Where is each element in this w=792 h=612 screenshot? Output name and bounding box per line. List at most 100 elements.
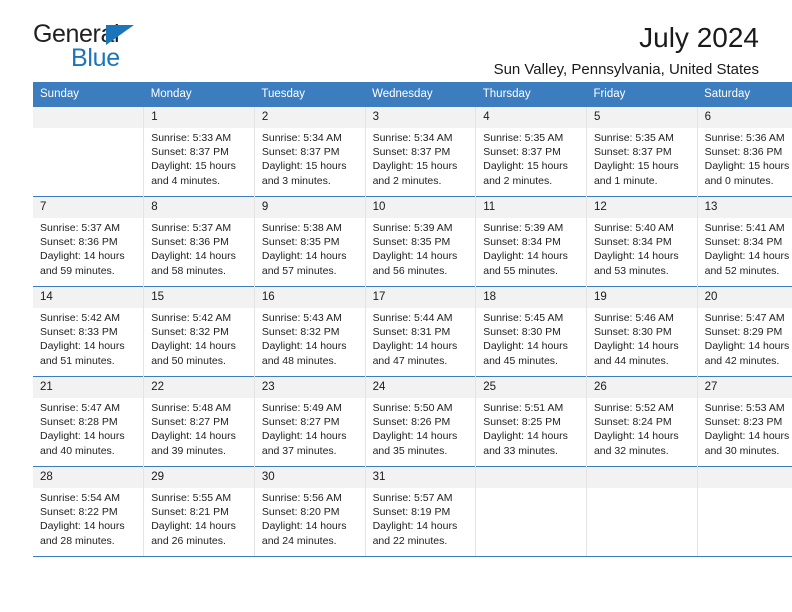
calendar-day-cell-empty [696,466,792,557]
calendar-day-cell[interactable]: 9 Sunrise: 5:38 AM Sunset: 8:35 PM Daylight… [253,196,366,287]
day-number: 30 [254,467,365,488]
sunset-time: Sunset: 8:32 PM [261,326,340,339]
calendar-day-cell[interactable]: 16 Sunrise: 5:43 AM Sunset: 8:32 PM Dayligh… [253,286,366,377]
sunset-time: Sunset: 8:34 PM [593,236,672,249]
day-cell-inner [697,467,792,556]
day-number: 5 [586,107,697,128]
day-cell-inner: 15 Sunrise: 5:42 AM Sunset: 8:32 PM Dayligh… [144,287,254,376]
daylight-duration-line2: and 45 minutes. [483,354,558,367]
day-details: Sunrise: 5:57 AM Sunset: 8:19 PM Daylight:… [366,488,476,548]
calendar-day-cell[interactable]: 5 Sunrise: 5:35 AM Sunset: 8:37 PM Daylight… [585,106,698,197]
daylight-duration-line1: Daylight: 14 hours [483,250,568,263]
day-details: Sunrise: 5:41 AM Sunset: 8:34 PM Daylight:… [698,218,792,278]
day-number: 25 [476,377,586,398]
calendar-day-cell[interactable]: 3 Sunrise: 5:34 AM Sunset: 8:37 PM Daylight… [364,106,476,197]
calendar-day-cell[interactable]: 18 Sunrise: 5:45 AM Sunset: 8:30 PM Dayligh… [475,286,587,377]
calendar-day-cell[interactable]: 10 Sunrise: 5:39 AM Sunset: 8:35 PM Dayligh… [364,196,476,287]
sunset-time: Sunset: 8:27 PM [261,416,340,429]
calendar-day-cell[interactable]: 14 Sunrise: 5:42 AM Sunset: 8:33 PM Dayligh… [33,286,144,377]
page-title: July 2024 [639,22,759,53]
day-cell-inner: 8 Sunrise: 5:37 AM Sunset: 8:36 PM Daylight… [144,197,254,286]
calendar-day-cell[interactable]: 20 Sunrise: 5:47 AM Sunset: 8:29 PM Dayligh… [696,286,792,377]
daylight-duration-line1: Daylight: 14 hours [483,340,568,353]
calendar-day-cell[interactable]: 7 Sunrise: 5:37 AM Sunset: 8:36 PM Daylight… [33,196,144,287]
day-number: 29 [144,467,254,488]
calendar-day-cell[interactable]: 1 Sunrise: 5:33 AM Sunset: 8:37 PM Daylight… [143,106,255,197]
calendar-day-cell[interactable]: 4 Sunrise: 5:35 AM Sunset: 8:37 PM Daylight… [475,106,587,197]
calendar-day-cell[interactable]: 21 Sunrise: 5:47 AM Sunset: 8:28 PM Dayligh… [33,376,144,467]
day-cell-inner: 28 Sunrise: 5:54 AM Sunset: 8:22 PM Dayligh… [33,467,144,556]
calendar-week-row: 21 Sunrise: 5:47 AM Sunset: 8:28 PM Dayligh… [33,376,792,467]
calendar-day-cell[interactable]: 29 Sunrise: 5:55 AM Sunset: 8:21 PM Dayligh… [143,466,255,557]
calendar-day-cell[interactable]: 26 Sunrise: 5:52 AM Sunset: 8:24 PM Dayligh… [585,376,698,467]
calendar-day-cell[interactable]: 25 Sunrise: 5:51 AM Sunset: 8:25 PM Dayligh… [475,376,587,467]
daylight-duration-line2: and 39 minutes. [151,444,226,457]
calendar-day-cell[interactable]: 15 Sunrise: 5:42 AM Sunset: 8:32 PM Dayligh… [143,286,255,377]
calendar-day-cell[interactable]: 11 Sunrise: 5:39 AM Sunset: 8:34 PM Dayligh… [475,196,587,287]
daylight-duration-line1: Daylight: 14 hours [40,520,125,533]
day-cell-inner: 1 Sunrise: 5:33 AM Sunset: 8:37 PM Daylight… [144,107,254,196]
sunrise-time: Sunrise: 5:44 AM [372,312,453,324]
day-number: 21 [33,377,144,398]
daylight-duration-line2: and 32 minutes. [593,444,669,457]
sunset-time: Sunset: 8:19 PM [372,506,451,519]
weekday-header-sunday: Sunday [33,82,144,107]
page-subtitle: Sun Valley, Pennsylvania, United States [493,61,759,78]
sunrise-time: Sunrise: 5:47 AM [40,402,120,414]
day-details: Sunrise: 5:45 AM Sunset: 8:30 PM Daylight:… [476,308,586,368]
day-cell-inner: 12 Sunrise: 5:40 AM Sunset: 8:34 PM Dayligh… [586,197,697,286]
daylight-duration-line1: Daylight: 14 hours [261,250,347,263]
calendar-day-cell[interactable]: 13 Sunrise: 5:41 AM Sunset: 8:34 PM Dayligh… [696,196,792,287]
sunset-time: Sunset: 8:24 PM [593,416,672,429]
daylight-duration-line1: Daylight: 14 hours [151,520,236,533]
day-details: Sunrise: 5:42 AM Sunset: 8:32 PM Daylight:… [144,308,254,368]
calendar-day-cell[interactable]: 30 Sunrise: 5:56 AM Sunset: 8:20 PM Dayligh… [253,466,366,557]
daylight-duration-line1: Daylight: 14 hours [593,430,679,443]
day-cell-inner: 18 Sunrise: 5:45 AM Sunset: 8:30 PM Dayligh… [476,287,586,376]
calendar-day-cell[interactable]: 2 Sunrise: 5:34 AM Sunset: 8:37 PM Daylight… [253,106,366,197]
day-cell-inner: 20 Sunrise: 5:47 AM Sunset: 8:29 PM Dayligh… [697,287,792,376]
sunrise-time: Sunrise: 5:37 AM [151,222,232,234]
day-number: 6 [697,107,792,128]
daylight-duration-line2: and 28 minutes. [40,534,115,547]
sunset-time: Sunset: 8:34 PM [704,236,783,249]
day-details: Sunrise: 5:39 AM Sunset: 8:35 PM Daylight:… [366,218,476,278]
calendar-day-cell[interactable]: 27 Sunrise: 5:53 AM Sunset: 8:23 PM Dayligh… [696,376,792,467]
day-cell-inner: 3 Sunrise: 5:34 AM Sunset: 8:37 PM Daylight… [365,107,476,196]
weekday-header-thursday: Thursday [475,82,587,107]
calendar-day-cell[interactable]: 22 Sunrise: 5:48 AM Sunset: 8:27 PM Dayligh… [143,376,255,467]
day-cell-inner: 6 Sunrise: 5:36 AM Sunset: 8:36 PM Daylight… [697,107,792,196]
day-number: 14 [33,287,144,308]
daylight-duration-line1: Daylight: 15 hours [704,160,790,173]
day-number: 19 [586,287,697,308]
sunset-time: Sunset: 8:37 PM [151,146,229,159]
weekday-header-wednesday: Wednesday [365,82,476,107]
day-number [33,107,144,128]
title-block: July 2024 Sun Valley, Pennsylvania, Unit… [494,22,759,80]
calendar-day-cell[interactable]: 19 Sunrise: 5:46 AM Sunset: 8:30 PM Dayligh… [585,286,698,377]
daylight-duration-line1: Daylight: 14 hours [151,430,236,443]
calendar-day-cell[interactable]: 8 Sunrise: 5:37 AM Sunset: 8:36 PM Daylight… [143,196,255,287]
day-cell-inner [33,107,144,196]
sunrise-time: Sunrise: 5:34 AM [372,132,453,144]
sunset-time: Sunset: 8:30 PM [483,326,561,339]
calendar-day-cell[interactable]: 31 Sunrise: 5:57 AM Sunset: 8:19 PM Dayligh… [364,466,476,557]
calendar-day-cell[interactable]: 23 Sunrise: 5:49 AM Sunset: 8:27 PM Dayligh… [253,376,366,467]
calendar-day-cell[interactable]: 17 Sunrise: 5:44 AM Sunset: 8:31 PM Dayligh… [364,286,476,377]
calendar-day-cell[interactable]: 12 Sunrise: 5:40 AM Sunset: 8:34 PM Dayligh… [585,196,698,287]
daylight-duration-line2: and 52 minutes. [704,264,780,277]
calendar-day-cell[interactable]: 24 Sunrise: 5:50 AM Sunset: 8:26 PM Dayligh… [364,376,476,467]
daylight-duration-line1: Daylight: 14 hours [704,250,790,263]
sunrise-time: Sunrise: 5:36 AM [704,132,785,144]
daylight-duration-line2: and 48 minutes. [261,354,337,367]
sunset-time: Sunset: 8:33 PM [40,326,118,339]
sunrise-time: Sunrise: 5:37 AM [40,222,120,234]
sunrise-time: Sunrise: 5:55 AM [151,492,232,504]
calendar-day-cell[interactable]: 28 Sunrise: 5:54 AM Sunset: 8:22 PM Dayligh… [33,466,144,557]
day-number: 9 [254,197,365,218]
day-number: 20 [697,287,792,308]
day-number: 18 [476,287,586,308]
calendar-day-cell[interactable]: 6 Sunrise: 5:36 AM Sunset: 8:36 PM Daylight… [696,106,792,197]
day-cell-inner: 21 Sunrise: 5:47 AM Sunset: 8:28 PM Dayligh… [33,377,144,466]
daylight-duration-line1: Daylight: 14 hours [261,340,347,353]
